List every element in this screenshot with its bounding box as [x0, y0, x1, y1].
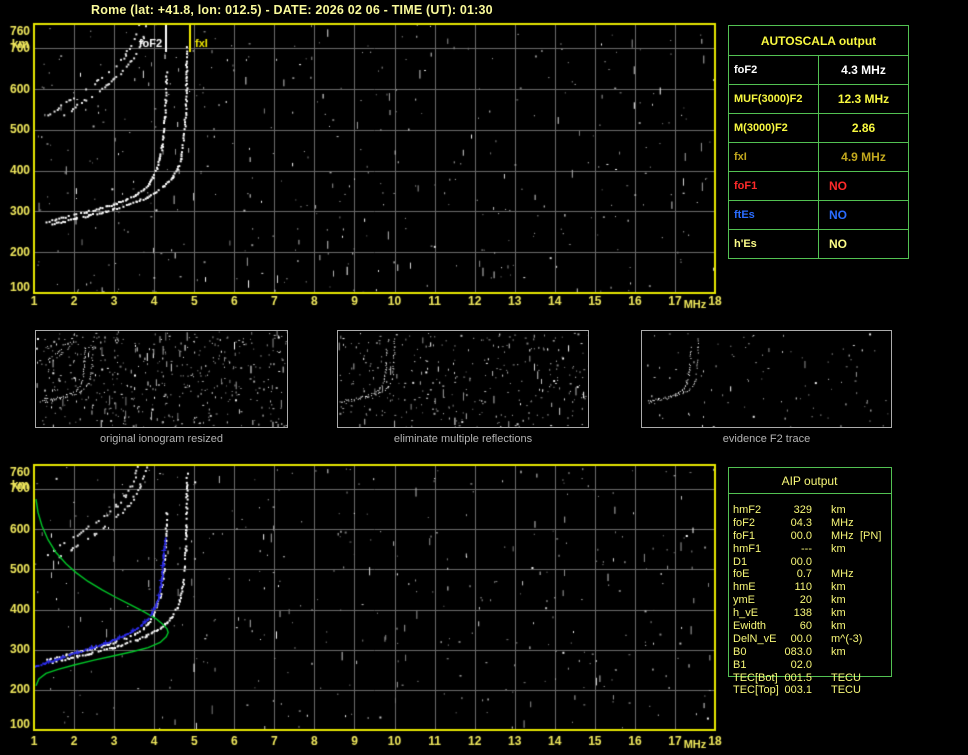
autoscala-param-label: foF1 [728, 171, 819, 201]
aip-param-label: hmF2 [733, 504, 762, 516]
autoscala-param-value: 4.3 MHz [818, 55, 909, 85]
aip-row-D1: D1 00.0 [728, 556, 898, 569]
autoscala-param-value: 2.86 [818, 113, 909, 143]
aip-param-label: hmE [733, 581, 756, 594]
aip-header-divider [728, 493, 891, 494]
autoscala-param-label: MUF(3000)F2 [728, 84, 819, 114]
autoscala-param-label: M(3000)F2 [728, 113, 819, 143]
aip-param-label: foF2 [733, 516, 756, 529]
aip-param-value: 00.0 [790, 632, 812, 645]
autoscala-row-ftEs: ftEs NO [728, 200, 909, 230]
aip-param-value: 083.0 [784, 645, 812, 658]
autoscala-param-label: h'Es [728, 229, 819, 259]
aip-param-value: 003.1 [784, 684, 812, 697]
autoscala-param-value: NO [818, 229, 909, 259]
autoscala-param-value: 4.9 MHz [818, 142, 909, 172]
thumbnail-multiple-reflections-removed [337, 330, 589, 428]
aip-row-B0: B0 083.0 km [728, 646, 898, 659]
aip-row-DelNvE: DelN_vE 00.0 m^(-3) [728, 633, 898, 646]
thumbnail-caption-f2-trace: evidence F2 trace [722, 433, 811, 445]
aip-param-label: hmF1 [733, 542, 762, 555]
autoscala-param-value: NO [818, 200, 909, 230]
autoscala-row-MUF3000F2: MUF(3000)F2 12.3 MHz [728, 84, 909, 114]
aip-row-TECBot: TEC[Bot] 001.5 TECU [728, 672, 898, 685]
autoscala-output-table: AUTOSCALA output foF2 4.3 MHz MUF(3000)F… [728, 25, 909, 259]
autoscala-screen: { "title": "Rome (lat: +41.8, lon: 012.5… [0, 0, 968, 755]
aip-param-label: D1 [733, 555, 748, 568]
aip-param-unit: km [831, 504, 846, 516]
aip-param-unit: km [831, 594, 846, 607]
autoscala-param-value: 12.3 MHz [818, 84, 909, 114]
aip-param-value: 329 [793, 504, 812, 516]
autoscala-row-hEs: h'Es NO [728, 229, 909, 259]
aip-param-unit: TECU [831, 684, 861, 697]
thumbnail-caption-original: original ionogram resized [100, 433, 223, 445]
aip-param-value: 00.0 [790, 555, 812, 568]
autoscala-row-fxI: fxI 4.9 MHz [728, 142, 909, 172]
aip-row-hmF1: hmF1 --- km [728, 543, 898, 556]
page-title: Rome (lat: +41.8, lon: 012.5) - DATE: 20… [91, 3, 493, 17]
aip-row-hmE: hmE 110 km [728, 581, 898, 594]
aip-param-value: 04.3 [790, 516, 812, 529]
aip-param-value: 110 [794, 581, 812, 594]
aip-param-unit: MHz [831, 568, 854, 581]
aip-param-value: 60 [799, 620, 812, 633]
aip-param-unit: km [831, 645, 846, 658]
aip-param-value: 02.0 [790, 658, 812, 671]
aip-row-B1: B1 02.0 [728, 659, 898, 672]
main-ionogram-plot [0, 18, 730, 314]
aip-param-label: foF1 [733, 529, 756, 542]
aip-row-foF2: foF2 04.3 MHz [728, 517, 898, 530]
aip-param-unit: km [831, 542, 846, 555]
aip-param-label: B0 [733, 645, 747, 658]
aip-param-label: Ewidth [733, 620, 767, 633]
aip-param-label: h_vE [733, 607, 759, 620]
autoscala-row-M3000F2: M(3000)F2 2.86 [728, 113, 909, 143]
aip-row-foE: foE 0.7 MHz [728, 568, 898, 581]
aip-param-label: foE [733, 568, 750, 581]
autoscala-row-foF1: foF1 NO [728, 171, 909, 201]
aip-param-unit: km [831, 581, 846, 594]
aip-param-unit: MHz [831, 529, 854, 542]
aip-param-unit: m^(-3) [831, 632, 863, 645]
profile-ionogram-plot [0, 455, 730, 755]
aip-row-TECTop: TEC[Top] 003.1 TECU [728, 684, 898, 697]
aip-param-unit: km [831, 620, 846, 633]
autoscala-header-row: AUTOSCALA output [728, 25, 909, 56]
aip-row-Ewidth: Ewidth 60 km [728, 620, 898, 633]
aip-param-value: 00.0 [790, 529, 812, 542]
aip-param-label: ymE [733, 594, 755, 607]
autoscala-row-foF2: foF2 4.3 MHz [728, 55, 909, 85]
thumbnail-f2-trace-evidence [641, 330, 892, 428]
thumbnail-original-ionogram [35, 330, 288, 428]
aip-param-value: --- [801, 542, 812, 555]
aip-table-title: AIP output [781, 474, 838, 488]
aip-param-extra: [PN] [860, 529, 882, 542]
aip-param-value: 001.5 [784, 671, 812, 684]
aip-row-foF1: foF1 00.0 MHz [PN] [728, 530, 898, 543]
aip-param-label: B1 [733, 658, 747, 671]
thumbnail-caption-reflections: eliminate multiple reflections [393, 433, 533, 445]
aip-param-value: 20 [799, 594, 812, 607]
aip-param-unit: km [831, 607, 846, 620]
autoscala-param-label: foF2 [728, 55, 819, 85]
aip-param-value: 0.7 [796, 568, 812, 581]
aip-row-hmF2: hmF2 329 km [728, 504, 898, 517]
autoscala-table-title: AUTOSCALA output [728, 25, 909, 56]
aip-rows: hmF2 329 km foF2 04.3 MHz foF1 00.0 MHz [PN] hm… [728, 504, 898, 697]
aip-param-unit: TECU [831, 671, 861, 684]
aip-row-hvE: h_vE 138 km [728, 607, 898, 620]
aip-row-ymE: ymE 20 km [728, 594, 898, 607]
aip-param-value: 138 [793, 607, 812, 620]
autoscala-param-label: ftEs [728, 200, 819, 230]
autoscala-param-value: NO [818, 171, 909, 201]
aip-param-unit: MHz [831, 516, 854, 529]
autoscala-param-label: fxI [728, 142, 819, 172]
